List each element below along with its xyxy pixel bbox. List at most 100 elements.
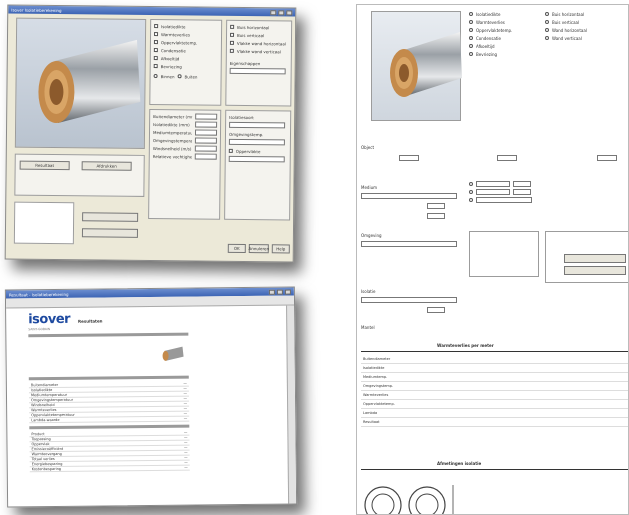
checkbox[interactable]	[230, 24, 235, 29]
checkbox[interactable]	[154, 32, 159, 37]
dialog-titlebar: Isover Isolatieberekening	[8, 5, 296, 17]
object-input-3[interactable]	[597, 155, 617, 161]
option-row[interactable]: Buis verticaal	[545, 19, 628, 25]
radio-row[interactable]: Binnen Buiten	[153, 73, 218, 80]
select-button[interactable]	[564, 266, 626, 275]
option-row[interactable]: Bevriezing	[153, 63, 218, 70]
insulation-type-dropdown[interactable]	[229, 121, 286, 129]
cancel-button[interactable]: Annuleren	[249, 244, 269, 254]
radio-button[interactable]	[469, 20, 473, 24]
medium-dropdown[interactable]	[361, 193, 457, 199]
report-scrollbar[interactable]	[286, 305, 297, 504]
checkbox[interactable]	[153, 64, 158, 69]
radio-button[interactable]	[469, 44, 473, 48]
insulation-thickness-input[interactable]	[195, 121, 218, 128]
checkbox[interactable]	[228, 148, 233, 153]
minimize-button[interactable]	[268, 289, 275, 295]
option-row[interactable]: Wand horizontaal	[545, 27, 628, 33]
radio-button[interactable]	[545, 12, 549, 16]
thickness-input[interactable]	[513, 189, 531, 195]
radio-button[interactable]	[545, 20, 549, 24]
surface-dropdown[interactable]	[228, 155, 285, 163]
checkbox[interactable]	[153, 48, 158, 53]
report-heading: Resultaten	[78, 318, 103, 324]
notes-area[interactable]	[13, 201, 75, 245]
option-row[interactable]: Buis horizontaal	[230, 24, 288, 31]
result-button[interactable]: Resultaat	[19, 160, 70, 171]
radio-button[interactable]	[469, 52, 473, 56]
option-row[interactable]: Buis horizontaal	[545, 11, 628, 17]
option-row[interactable]: Condensatie	[469, 35, 539, 41]
option-row[interactable]: Buis verticaal	[230, 32, 288, 39]
option-row[interactable]: Isolatiedikte	[469, 11, 539, 17]
select-button[interactable]	[564, 254, 626, 263]
option-row[interactable]: Bevriezing	[469, 51, 539, 57]
ambient-temperature-input[interactable]	[194, 137, 217, 144]
option-row[interactable]: Vlakke wand horizontaal	[229, 40, 288, 47]
humidity-input[interactable]	[194, 153, 217, 160]
close-button[interactable]	[284, 289, 291, 295]
calculation-dialog-screenshot: Isover Isolatieberekening Isolatiedikte …	[4, 4, 297, 263]
checkbox[interactable]	[229, 48, 234, 53]
thickness-input[interactable]	[513, 181, 531, 187]
option-row[interactable]: Vlakke wand verticaal	[229, 48, 288, 55]
object-input-2[interactable]	[497, 155, 517, 161]
option-row[interactable]: Warmteverlies	[469, 19, 539, 25]
option-row[interactable]: Condensatie	[153, 47, 218, 54]
secondary-button[interactable]	[81, 228, 139, 238]
radio-button[interactable]	[545, 36, 549, 40]
radio-button[interactable]	[177, 74, 182, 79]
radio-button[interactable]	[545, 28, 549, 32]
option-row[interactable]	[469, 181, 619, 187]
option-row[interactable]: Afkoeltijd	[153, 55, 218, 62]
option-row[interactable]: Wand verticaal	[545, 35, 628, 41]
medium-input[interactable]	[427, 213, 445, 219]
radio-button[interactable]	[469, 198, 473, 202]
ok-button[interactable]: OK	[227, 243, 246, 254]
insulation-input[interactable]	[427, 307, 445, 313]
thickness-input[interactable]	[476, 189, 510, 195]
maximize-button[interactable]	[278, 9, 285, 15]
radio-button[interactable]	[469, 182, 473, 186]
option-row[interactable]: Isolatiedikte	[154, 23, 218, 30]
option-row[interactable]: Oppervlakte	[228, 148, 287, 155]
option-row[interactable]: Oppervlaktetemp.	[469, 27, 539, 33]
option-row[interactable]	[469, 197, 619, 203]
option-row[interactable]: Oppervlaktetemp.	[153, 39, 218, 46]
properties-dropdown[interactable]	[229, 67, 286, 75]
radio-button[interactable]	[469, 36, 473, 40]
parameters-group: Buitendiameter (mm) Isolatiedikte (mm) M…	[148, 108, 222, 220]
object-input[interactable]	[399, 155, 419, 161]
table-row: Lambda-waarde —	[29, 416, 190, 424]
environment-dropdown[interactable]	[361, 241, 457, 247]
medium-temperature-input[interactable]	[194, 129, 218, 136]
radio-button[interactable]	[469, 28, 473, 32]
checkbox[interactable]	[229, 40, 234, 45]
option-row[interactable]: Warmteverlies	[154, 31, 218, 38]
checkbox[interactable]	[230, 32, 235, 37]
option-row[interactable]	[469, 189, 619, 195]
checkbox[interactable]	[154, 24, 159, 29]
report-page: isover Resultaten SAINT-GOBAIN Buitendia…	[28, 311, 190, 473]
maximize-button[interactable]	[276, 289, 283, 295]
option-row[interactable]: Afkoeltijd	[469, 43, 539, 49]
checkbox[interactable]	[153, 56, 158, 61]
insulation-dropdown[interactable]	[361, 297, 457, 303]
secondary-button[interactable]	[82, 212, 139, 222]
radio-button[interactable]	[153, 74, 158, 79]
print-button[interactable]: Afdrukken	[81, 161, 132, 171]
environment-dropdown[interactable]	[228, 138, 285, 146]
calculation-options-col1: Isolatiedikte Warmteverlies Oppervlaktet…	[469, 11, 539, 59]
radio-button[interactable]	[469, 190, 473, 194]
close-button[interactable]	[286, 9, 293, 15]
wind-speed-input[interactable]	[194, 145, 217, 152]
radio-button[interactable]	[469, 12, 473, 16]
medium-input[interactable]	[427, 203, 445, 209]
thickness-input[interactable]	[476, 197, 532, 203]
result-table-b: Product — Toepassing — Oppervlak — Emissiec…	[29, 430, 190, 473]
minimize-button[interactable]	[270, 9, 277, 15]
checkbox[interactable]	[153, 40, 158, 45]
thickness-input[interactable]	[476, 181, 510, 187]
help-button[interactable]: Help	[271, 244, 290, 254]
outer-diameter-input[interactable]	[195, 113, 218, 120]
